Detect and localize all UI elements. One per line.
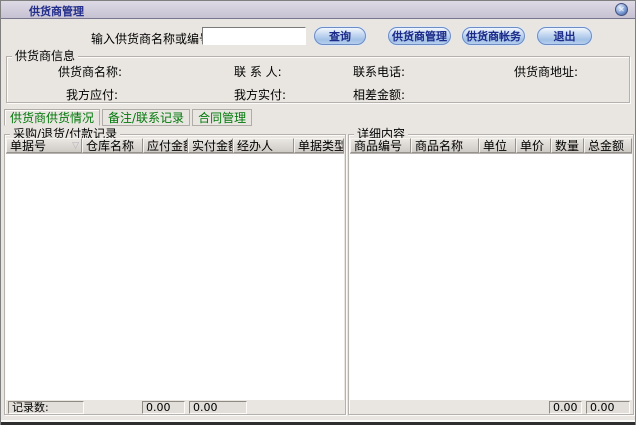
our-payable-label: 我方应付: <box>66 86 118 103</box>
tab-strip: 供货商供货情况 备注/联系记录 合同管理 <box>4 109 252 126</box>
paid-total-box: 0.00 <box>189 401 247 414</box>
supplier-address-label: 供货商地址: <box>514 63 578 80</box>
sort-descending-icon: ▽ <box>72 140 79 152</box>
contact-person-label: 联 系 人: <box>234 63 282 80</box>
exit-button[interactable]: 退出 <box>537 27 592 45</box>
supplier-name-label: 供货商名称: <box>58 63 122 80</box>
difference-label: 相差金额: <box>353 86 405 103</box>
supplier-manage-button[interactable]: 供货商管理 <box>388 27 451 45</box>
search-label: 输入供货商名称或编号: <box>91 30 215 47</box>
column-header-paid[interactable]: 实付金额 <box>188 138 233 153</box>
column-header-unit[interactable]: 单位 <box>479 138 516 153</box>
tab-notes-contacts[interactable]: 备注/联系记录 <box>102 109 190 126</box>
column-header-warehouse[interactable]: 仓库名称 <box>82 138 143 153</box>
column-header-quantity[interactable]: 数量 <box>551 138 584 153</box>
tab-supply-status[interactable]: 供货商供货情况 <box>4 109 100 126</box>
title-bar: 供货商管理 ✕ <box>1 1 635 19</box>
amount-total-box: 0.00 <box>586 401 630 414</box>
records-table-body <box>6 153 344 400</box>
column-header-doc-type[interactable]: 单据类型 <box>294 138 344 153</box>
supplier-info-title: 供货商信息 <box>12 50 78 63</box>
supplier-search-input[interactable] <box>202 27 306 45</box>
tab-contract-manage[interactable]: 合同管理 <box>192 109 252 126</box>
payable-total-box: 0.00 <box>142 401 185 414</box>
quantity-total-box: 0.00 <box>549 401 582 414</box>
column-header-product-name[interactable]: 商品名称 <box>411 138 479 153</box>
column-header-handler[interactable]: 经办人 <box>233 138 294 153</box>
column-header-unit-price[interactable]: 单价 <box>516 138 551 153</box>
supplier-accounts-button[interactable]: 供货商帐务 <box>462 27 525 45</box>
column-header-payable[interactable]: 应付金额 <box>143 138 188 153</box>
our-paid-label: 我方实付: <box>234 86 286 103</box>
column-header-document-no[interactable]: 单据号 ▽ <box>6 138 82 153</box>
close-icon: ✕ <box>616 4 627 15</box>
window-bottom-edge <box>1 420 635 425</box>
close-button[interactable]: ✕ <box>615 3 628 16</box>
detail-table-body <box>350 153 632 400</box>
supplier-management-window: 供货商管理 ✕ 输入供货商名称或编号: 查询 供货商管理 供货商帐务 退出 供货… <box>0 0 636 425</box>
column-header-product-no[interactable]: 商品编号 <box>350 138 411 153</box>
query-button[interactable]: 查询 <box>314 27 366 45</box>
record-count-box: 记录数: <box>8 401 84 414</box>
contact-phone-label: 联系电话: <box>353 63 405 80</box>
window-title: 供货商管理 <box>29 3 84 19</box>
column-header-total-amount[interactable]: 总金额 <box>584 138 632 153</box>
